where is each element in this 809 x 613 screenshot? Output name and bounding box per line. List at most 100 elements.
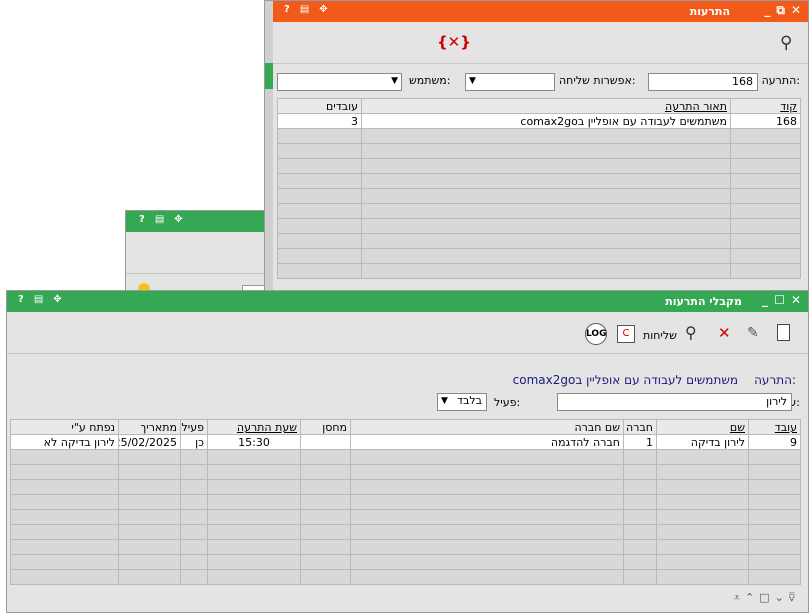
- cell-from-date: 25/02/2025: [118, 434, 181, 450]
- column-header-from-date[interactable]: מתאריך: [118, 419, 181, 435]
- log-icon[interactable]: LOG: [585, 323, 607, 345]
- background-window-titlebar: ? ▤ ✥: [126, 211, 274, 232]
- table-row[interactable]: 9 לירון בדיקה 1 חברה להדגמה 15:30 כן 25/…: [10, 434, 801, 450]
- alerts-table-header: קוד תאור התרעה עובדים: [277, 98, 801, 114]
- column-header-name[interactable]: שם: [656, 419, 749, 435]
- table-row: [277, 263, 801, 279]
- send-option-label: אפשרות שליחה:: [559, 74, 636, 87]
- column-header-opened-by[interactable]: נפתח ע"י: [10, 419, 119, 435]
- column-header-warehouse[interactable]: מחסן: [300, 419, 351, 435]
- recipients-table-header: עובד שם חברה שם חברה מחסן שעת התרעה פעיל…: [10, 419, 801, 435]
- cell-opened-by: לירון בדיקה לא: [10, 434, 119, 450]
- stop-icon[interactable]: □: [759, 591, 774, 604]
- copy-send-icon[interactable]: C: [617, 325, 635, 343]
- table-row: [10, 509, 801, 525]
- close-icon[interactable]: ✕: [791, 3, 801, 17]
- delete-icon[interactable]: ✕: [718, 324, 731, 342]
- search-icon[interactable]: ⚲: [685, 323, 697, 342]
- print-icon[interactable]: ▤: [155, 214, 168, 225]
- alert-label: התרעה:: [761, 74, 800, 87]
- recipients-window-titlebar: ? ▤ ✥ מקבלי התרעות _ ☐ ✕: [7, 291, 808, 312]
- chevron-down-icon: ▼: [391, 76, 398, 86]
- chevron-down-icon: ▼: [441, 396, 448, 406]
- cell-active: כן: [180, 434, 208, 450]
- edit-icon[interactable]: ✎: [747, 325, 759, 341]
- table-row: [277, 128, 801, 144]
- column-header-code[interactable]: קוד: [730, 98, 801, 114]
- column-header-active[interactable]: פעיל: [180, 419, 208, 435]
- close-icon[interactable]: ✕: [791, 293, 801, 307]
- column-header-company[interactable]: חברה: [623, 419, 657, 435]
- table-row: [10, 524, 801, 540]
- help-icon[interactable]: ?: [18, 294, 28, 305]
- restore-icon[interactable]: ⧉: [776, 3, 785, 18]
- table-row: [10, 539, 801, 555]
- column-header-alert-time[interactable]: שעת התרעה: [207, 419, 301, 435]
- table-row: [10, 464, 801, 480]
- cell-company-name: חברה להדגמה: [350, 434, 624, 450]
- background-window: ? ▤ ✥: [125, 210, 275, 300]
- next-page-icon[interactable]: ⌄: [775, 591, 789, 604]
- table-row: [277, 188, 801, 204]
- table-row: [277, 143, 801, 159]
- move-icon[interactable]: ✥: [174, 214, 186, 225]
- alerts-table: קוד תאור התרעה עובדים 168 משתמשים לעבודה…: [277, 98, 801, 279]
- cell-code: 168: [730, 113, 801, 129]
- user-label: משתמש:: [409, 74, 451, 87]
- employee-input[interactable]: לירון: [557, 393, 792, 411]
- first-page-icon[interactable]: ⩡: [734, 591, 745, 604]
- table-row: [277, 203, 801, 219]
- minimize-icon[interactable]: _: [764, 3, 770, 17]
- cell-warehouse: [300, 434, 351, 450]
- column-header-company-name[interactable]: שם חברה: [350, 419, 624, 435]
- new-document-icon[interactable]: [777, 324, 790, 341]
- maximize-icon[interactable]: ☐: [774, 293, 785, 307]
- table-row: [277, 158, 801, 174]
- table-row[interactable]: 168 משתמשים לעבודה עם אופליין בcomax2go …: [277, 113, 801, 129]
- recipients-window-title: מקבלי התרעות: [665, 295, 742, 308]
- table-row: [277, 248, 801, 264]
- alert-label: התרעה:: [754, 373, 796, 387]
- send-button[interactable]: שליחות: [643, 329, 677, 342]
- move-icon[interactable]: ✥: [53, 294, 65, 305]
- print-icon[interactable]: ▤: [34, 294, 47, 305]
- active-select[interactable]: בלבד ▼: [437, 393, 487, 411]
- cell-employee: 9: [748, 434, 801, 450]
- alerts-window-left-strip: [265, 1, 273, 299]
- delete-filter-icon[interactable]: {✕}: [437, 33, 471, 51]
- column-header-description[interactable]: תאור התרעה: [361, 98, 731, 114]
- last-page-icon[interactable]: ⩢: [789, 591, 800, 604]
- active-label: פעיל:: [494, 396, 521, 409]
- cell-employees: 3: [277, 113, 362, 129]
- help-icon[interactable]: ?: [284, 4, 294, 15]
- search-icon[interactable]: ⚲: [780, 33, 792, 53]
- column-header-employee[interactable]: עובד: [748, 419, 801, 435]
- active-select-value: בלבד: [457, 394, 482, 407]
- user-select[interactable]: ▼: [277, 73, 402, 91]
- chevron-down-icon: ▼: [469, 76, 476, 86]
- table-row: [10, 479, 801, 495]
- cell-description: משתמשים לעבודה עם אופליין בcomax2go: [361, 113, 731, 129]
- table-row: [277, 233, 801, 249]
- table-row: [277, 218, 801, 234]
- prev-page-icon[interactable]: ⌃: [745, 591, 759, 604]
- send-option-select[interactable]: ▼: [465, 73, 555, 91]
- alerts-window-title: התרעות: [689, 5, 730, 18]
- alert-input[interactable]: 168: [648, 73, 758, 91]
- green-edge: [265, 63, 273, 89]
- table-row: [10, 569, 801, 585]
- print-icon[interactable]: ▤: [300, 4, 313, 15]
- alerts-window: ? ▤ ✥ התרעות _ ⧉ ✕ {✕} ⚲ התרעה: 168 אפשרות ש…: [264, 0, 809, 300]
- table-row: [10, 554, 801, 570]
- table-row: [277, 173, 801, 189]
- column-header-employees[interactable]: עובדים: [277, 98, 362, 114]
- cell-company: 1: [623, 434, 657, 450]
- alerts-window-titlebar: ? ▤ ✥ התרעות _ ⧉ ✕: [273, 1, 808, 22]
- divider: [126, 273, 274, 274]
- minimize-icon[interactable]: _: [762, 293, 768, 307]
- cell-alert-time: 15:30: [207, 434, 301, 450]
- recipients-table: עובד שם חברה שם חברה מחסן שעת התרעה פעיל…: [10, 419, 801, 585]
- help-icon[interactable]: ?: [139, 214, 149, 225]
- alert-value: משתמשים לעבודה עם אופליין בcomax2go: [512, 373, 738, 387]
- move-icon[interactable]: ✥: [319, 4, 331, 15]
